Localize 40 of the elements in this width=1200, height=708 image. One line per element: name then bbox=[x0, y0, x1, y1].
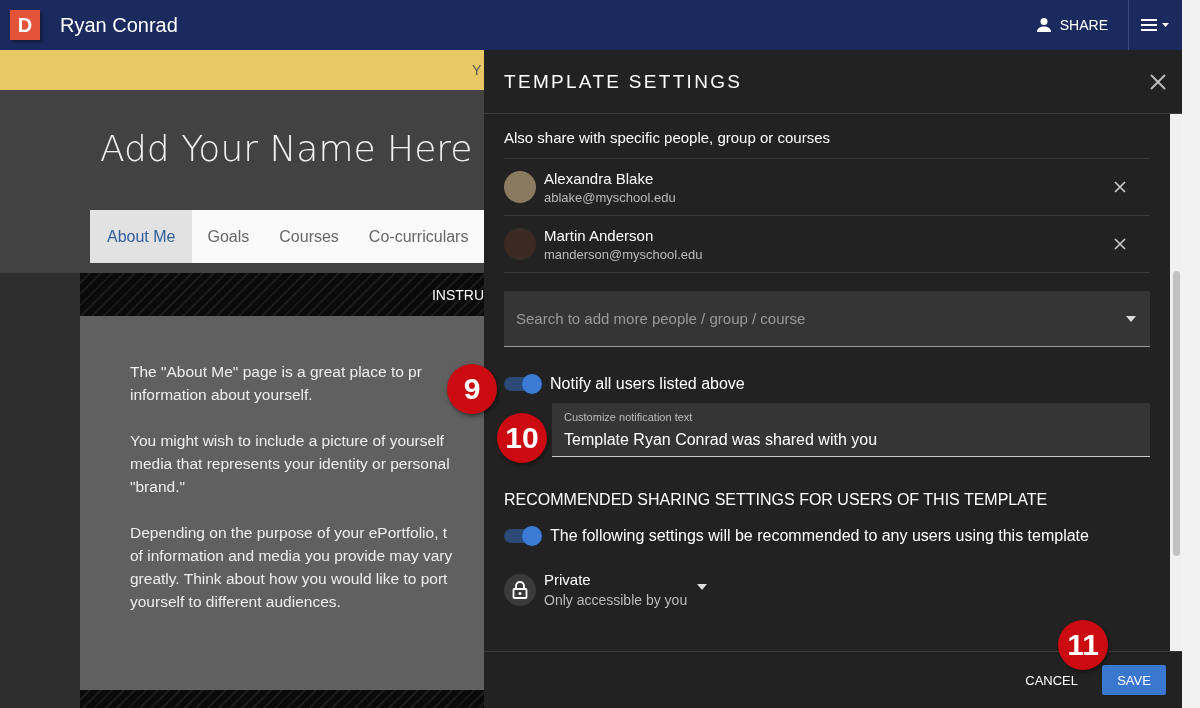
person-email: ablake@myschool.edu bbox=[544, 189, 677, 205]
nav-tab[interactable]: Goals bbox=[192, 210, 265, 263]
section-heading: RECOMMENDED SHARING SETTINGS FOR USERS OF THIS TEMPLATE bbox=[504, 491, 1049, 509]
share-button[interactable]: SHARE bbox=[1015, 0, 1128, 50]
menu-icon bbox=[1141, 18, 1171, 32]
toggle-switch[interactable] bbox=[504, 529, 540, 543]
nav-tab[interactable]: About Me bbox=[90, 210, 193, 263]
logo[interactable]: D bbox=[10, 10, 40, 40]
app-title: Ryan Conrad bbox=[60, 13, 178, 37]
paragraph: Depending on the purpose of your ePortfolio, t of information and media you provide may vary greatly. Think about how you would like to port yourself to different audiences. bbox=[130, 523, 453, 612]
toggle-label: The following settings will be recommended to any users using this template bbox=[550, 527, 1089, 545]
avatar bbox=[504, 228, 536, 260]
nav-tab[interactable]: Co-curriculars bbox=[353, 210, 484, 263]
paragraph: The "About Me" page is a great place to pr information about yourself. bbox=[130, 362, 422, 405]
save-button[interactable]: SAVE bbox=[1102, 665, 1166, 695]
field-label: Customize notification text bbox=[564, 411, 693, 423]
close-icon[interactable] bbox=[1114, 181, 1126, 193]
toggle-label: Notify all users listed above bbox=[550, 375, 745, 393]
lock-icon bbox=[504, 573, 536, 606]
person-name: Martin Anderson bbox=[544, 226, 655, 244]
portfolio-name: Add Your Name Here bbox=[100, 128, 473, 169]
nav-tab[interactable]: Courses bbox=[264, 210, 354, 263]
person-name: Alexandra Blake bbox=[544, 169, 655, 187]
section-heading: INSTRU bbox=[431, 286, 484, 303]
person-email: manderson@myschool.edu bbox=[544, 246, 704, 262]
person-icon bbox=[1035, 17, 1052, 33]
paragraph: You might wish to include a picture of yourself media that represents your identity or personal "brand." bbox=[130, 431, 450, 497]
caret-icon bbox=[1126, 316, 1136, 322]
drawer-title: TEMPLATE SETTINGS bbox=[504, 70, 743, 93]
avatar bbox=[504, 171, 536, 203]
caret-icon bbox=[697, 583, 708, 590]
visibility-dropdown[interactable]: Private Only accessible by you bbox=[544, 571, 688, 608]
share-heading: Also share with specific people, group or courses bbox=[504, 114, 1150, 159]
close-icon[interactable] bbox=[1114, 238, 1126, 250]
banner-text: Y bbox=[472, 62, 482, 78]
toggle-switch[interactable] bbox=[504, 377, 540, 391]
scrollbar[interactable] bbox=[1170, 114, 1182, 651]
cancel-button[interactable]: CANCEL bbox=[1025, 672, 1078, 688]
search-field[interactable]: Search to add more people / group / course bbox=[504, 291, 1150, 347]
close-icon[interactable] bbox=[1150, 73, 1166, 90]
